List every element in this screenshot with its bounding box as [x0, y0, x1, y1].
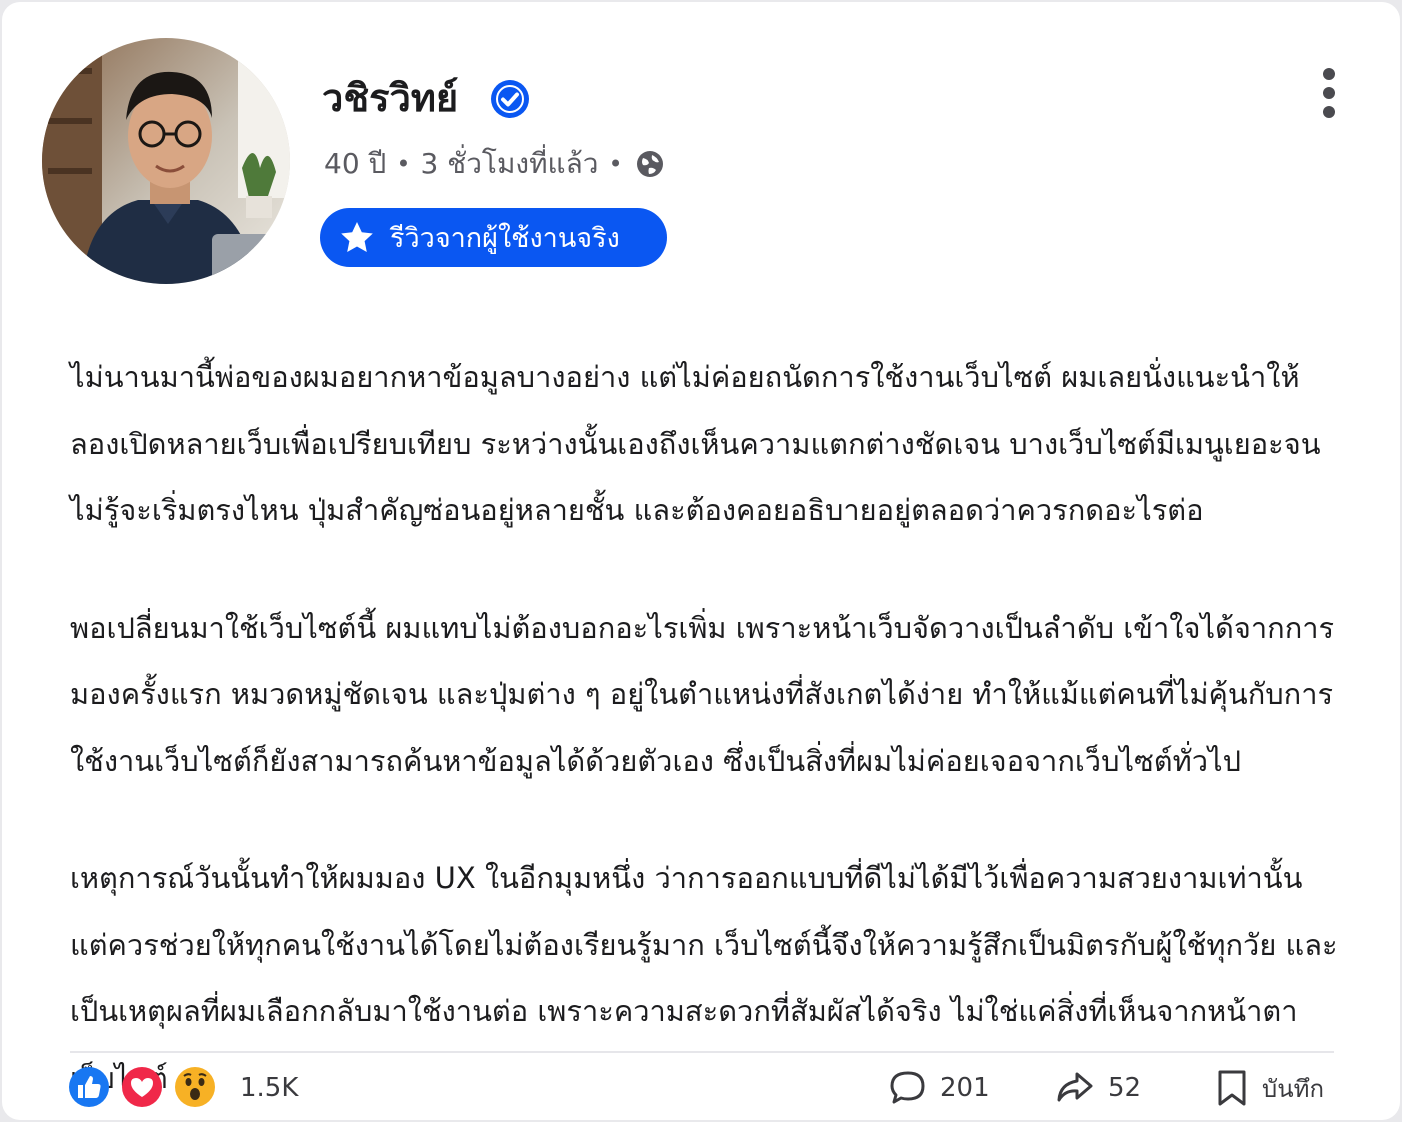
comment-count[interactable]: 201	[940, 1068, 990, 1108]
post-meta: 40 ปี • 3 ชั่วโมงที่แล้ว •	[324, 142, 665, 186]
love-icon[interactable]	[121, 1066, 163, 1108]
meta-separator: •	[396, 150, 411, 178]
author-age: 40 ปี	[324, 147, 387, 180]
post-actions: 1.5K 201 52 บันทึก	[2, 1060, 1400, 1116]
review-post-card: วชิรวิทย์ 40 ปี • 3 ชั่วโมงที่แล้ว • รีว…	[2, 2, 1400, 1120]
like-icon[interactable]	[68, 1066, 110, 1108]
reaction-count[interactable]: 1.5K	[240, 1068, 298, 1108]
post-body: ไม่นานมานี้พ่อของผมอยากหาข้อมูลบางอย่าง …	[70, 344, 1340, 1111]
author-photo	[42, 38, 290, 284]
verified-badge-icon	[491, 80, 529, 118]
globe-icon	[636, 151, 663, 177]
footer-divider	[70, 1051, 1334, 1053]
share-count[interactable]: 52	[1108, 1068, 1141, 1108]
post-paragraph: ไม่นานมานี้พ่อของผมอยากหาข้อมูลบางอย่าง …	[70, 360, 1321, 527]
author-name[interactable]: วชิรวิทย์	[322, 72, 458, 124]
comment-icon[interactable]	[888, 1068, 928, 1108]
badge-label: รีวิวจากผู้ใช้งานจริง	[390, 223, 620, 254]
save-button-label[interactable]: บันทึก	[1262, 1070, 1324, 1108]
meta-separator: •	[608, 150, 623, 178]
share-icon[interactable]	[1055, 1068, 1095, 1108]
avatar[interactable]	[42, 38, 290, 284]
verified-review-badge: รีวิวจากผู้ใช้งานจริง	[320, 208, 667, 267]
post-paragraph: พอเปลี่ยนมาใช้เว็บไซต์นี้ ผมแทบไม่ต้องบอ…	[70, 610, 1335, 778]
post-time[interactable]: 3 ชั่วโมงที่แล้ว	[420, 142, 598, 186]
more-options-icon[interactable]	[1316, 66, 1342, 120]
wow-icon[interactable]	[174, 1066, 216, 1108]
bookmark-icon[interactable]	[1212, 1068, 1252, 1108]
star-icon	[341, 221, 373, 252]
